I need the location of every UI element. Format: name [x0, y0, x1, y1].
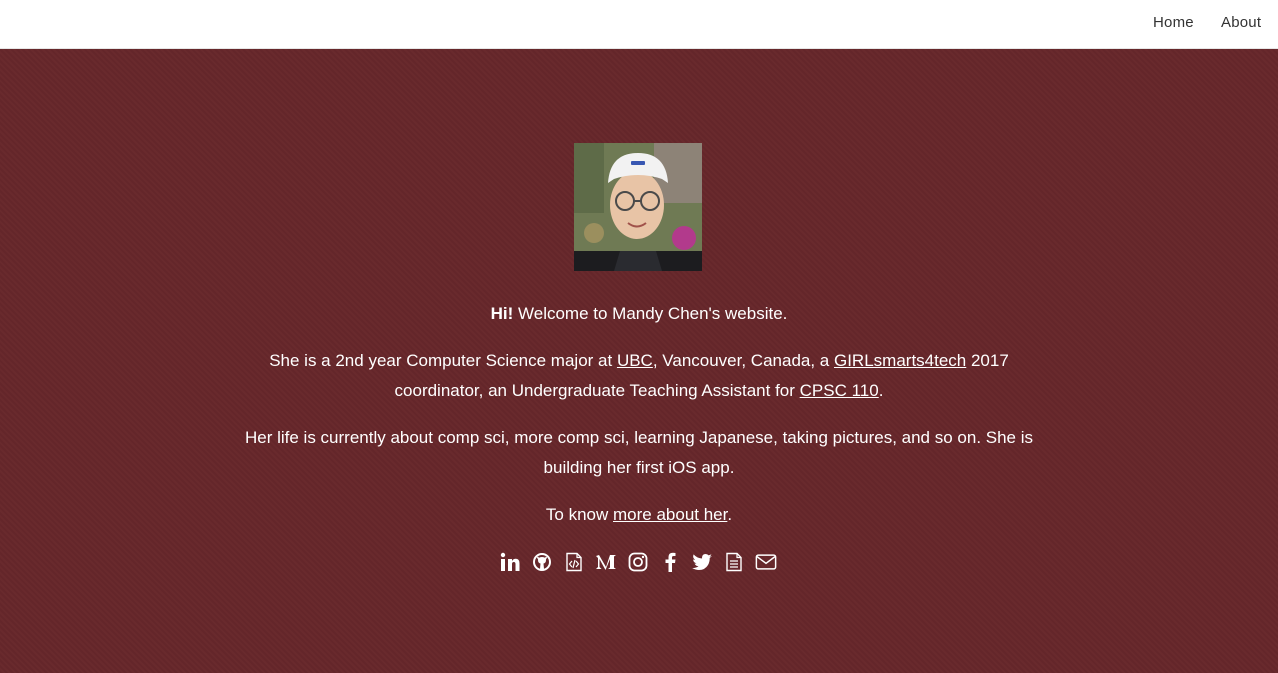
- instagram-icon: [628, 552, 648, 572]
- profile-photo: [574, 143, 702, 271]
- twitter-icon: [692, 554, 712, 570]
- medium-icon: [596, 555, 616, 570]
- top-navigation: Home About: [0, 0, 1278, 49]
- linkedin-link[interactable]: [499, 551, 521, 573]
- more-text-2: .: [727, 505, 733, 524]
- greeting-hi: Hi!: [490, 304, 514, 323]
- intro-text-4: .: [878, 381, 884, 400]
- greeting: Hi! Welcome to Mandy Chen's website.: [239, 299, 1039, 329]
- social-links: [498, 549, 778, 575]
- instagram-link[interactable]: [627, 551, 649, 573]
- nav-about-link[interactable]: About: [1221, 14, 1261, 31]
- linkedin-icon: [500, 552, 520, 571]
- resume-link[interactable]: [723, 551, 745, 573]
- twitter-link[interactable]: [691, 551, 713, 573]
- facebook-link[interactable]: [659, 551, 681, 573]
- intro-text: Hi! Welcome to Mandy Chen's website. She…: [239, 299, 1039, 547]
- facebook-icon: [665, 552, 676, 572]
- github-link[interactable]: [531, 551, 553, 573]
- github-icon: [533, 553, 551, 571]
- document-icon: [726, 552, 742, 572]
- hero-section: Hi! Welcome to Mandy Chen's website. She…: [0, 49, 1278, 673]
- more-about-her-link[interactable]: more about her: [613, 505, 727, 524]
- email-link[interactable]: [755, 551, 777, 573]
- code-file-link[interactable]: [563, 551, 585, 573]
- mail-icon: [755, 554, 777, 570]
- greeting-text: Welcome to Mandy Chen's website.: [513, 304, 788, 323]
- more-paragraph: To know more about her.: [239, 500, 1039, 530]
- girlsmarts4tech-link[interactable]: GIRLsmarts4tech: [834, 351, 966, 370]
- ubc-link[interactable]: UBC: [617, 351, 653, 370]
- nav-home-link[interactable]: Home: [1153, 14, 1194, 31]
- code-file-icon: [566, 552, 582, 572]
- medium-link[interactable]: [595, 551, 617, 573]
- intro-paragraph: She is a 2nd year Computer Science major…: [239, 346, 1039, 406]
- cpsc110-link[interactable]: CPSC 110: [800, 381, 879, 400]
- intro-text-1: She is a 2nd year Computer Science major…: [269, 351, 617, 370]
- intro-text-2: , Vancouver, Canada, a: [652, 351, 834, 370]
- more-text-1: To know: [545, 505, 613, 524]
- life-paragraph: Her life is currently about comp sci, mo…: [244, 428, 1034, 477]
